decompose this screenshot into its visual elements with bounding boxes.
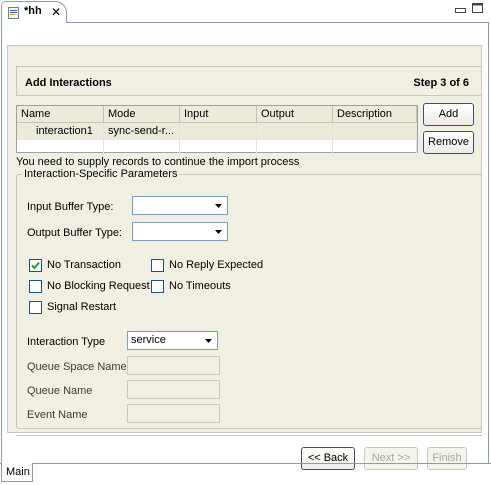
input-buffer-label: Input Buffer Type:: [27, 201, 114, 213]
event-name-field: [127, 404, 220, 423]
column-header-input[interactable]: Input: [180, 106, 257, 123]
cell-input: [180, 123, 257, 140]
column-header-description[interactable]: Description: [333, 106, 417, 123]
cell-output: [257, 123, 333, 140]
queue-space-label: Queue Space Name: [27, 361, 127, 373]
no-transaction-label: No Transaction: [47, 259, 121, 271]
interaction-type-select[interactable]: service: [127, 331, 218, 350]
interactions-table[interactable]: Name Mode Input Output Description inter…: [16, 105, 418, 157]
chevron-down-icon: [215, 204, 222, 208]
page-title: Add Interactions: [25, 77, 112, 89]
next-button[interactable]: Next >>: [364, 447, 418, 470]
queue-name-label: Queue Name: [27, 385, 93, 397]
editor-tab-title: *hh: [24, 5, 42, 17]
interaction-type-label: Interaction Type: [27, 336, 106, 348]
signal-restart-label: Signal Restart: [47, 301, 117, 313]
event-name-label: Event Name: [27, 409, 88, 421]
cell-mode: sync-send-r...: [104, 123, 180, 140]
cell-name: interaction1: [17, 123, 104, 140]
no-timeouts-label: No Timeouts: [169, 280, 231, 292]
queue-space-field: [127, 356, 220, 375]
output-buffer-select[interactable]: [132, 222, 228, 241]
checkbox-box: [151, 259, 164, 272]
column-header-output[interactable]: Output: [257, 106, 333, 123]
add-button[interactable]: Add: [423, 103, 474, 126]
signal-restart-checkbox[interactable]: Signal Restart: [29, 301, 129, 315]
no-blocking-request-label: No Blocking Request: [47, 280, 150, 292]
checkmark-icon: [31, 261, 40, 270]
no-timeouts-checkbox[interactable]: No Timeouts: [151, 280, 251, 294]
editor-tab-strip: *hh ✕: [0, 0, 491, 23]
output-buffer-label: Output Buffer Type:: [27, 227, 122, 239]
column-header-name[interactable]: Name: [17, 106, 104, 123]
no-transaction-checkbox[interactable]: No Transaction: [29, 259, 149, 273]
wizard-divider: [16, 435, 482, 436]
bottom-divider: [0, 463, 491, 464]
input-buffer-select[interactable]: [132, 196, 228, 215]
chevron-down-icon: [215, 230, 222, 234]
maximize-icon[interactable]: [472, 3, 484, 14]
step-indicator: Step 3 of 6: [413, 77, 469, 89]
no-blocking-request-checkbox[interactable]: No Blocking Request: [29, 280, 150, 294]
back-button[interactable]: << Back: [301, 447, 355, 470]
table-row[interactable]: interaction1 sync-send-r...: [17, 123, 417, 140]
column-header-mode[interactable]: Mode: [104, 106, 180, 123]
editor-body: Add Interactions Step 3 of 6 Name Mode I…: [1, 23, 489, 470]
group-title: Interaction-Specific Parameters: [22, 168, 180, 180]
checkbox-box: [29, 259, 42, 272]
chevron-down-icon: [205, 339, 212, 343]
warning-message: You need to supply records to continue t…: [16, 156, 300, 168]
checkbox-box: [151, 280, 164, 293]
cell-description: [333, 123, 417, 140]
document-icon: [8, 7, 19, 19]
no-reply-expected-label: No Reply Expected: [169, 259, 264, 271]
wizard-header: Add Interactions Step 3 of 6: [16, 66, 482, 96]
queue-name-field: [127, 380, 220, 399]
interaction-type-value: service: [131, 334, 166, 346]
checkbox-box: [29, 280, 42, 293]
finish-button[interactable]: Finish: [427, 447, 467, 470]
no-reply-expected-checkbox[interactable]: No Reply Expected: [151, 259, 281, 273]
editor-tab[interactable]: *hh ✕: [1, 1, 67, 23]
table-row-empty: [17, 140, 417, 157]
remove-button[interactable]: Remove: [423, 131, 474, 154]
tab-main[interactable]: Main: [1, 463, 33, 482]
close-icon[interactable]: ✕: [51, 5, 61, 19]
minimize-icon[interactable]: [455, 5, 467, 15]
wizard-panel: Add Interactions Step 3 of 6 Name Mode I…: [7, 45, 482, 470]
checkbox-box: [29, 301, 42, 314]
